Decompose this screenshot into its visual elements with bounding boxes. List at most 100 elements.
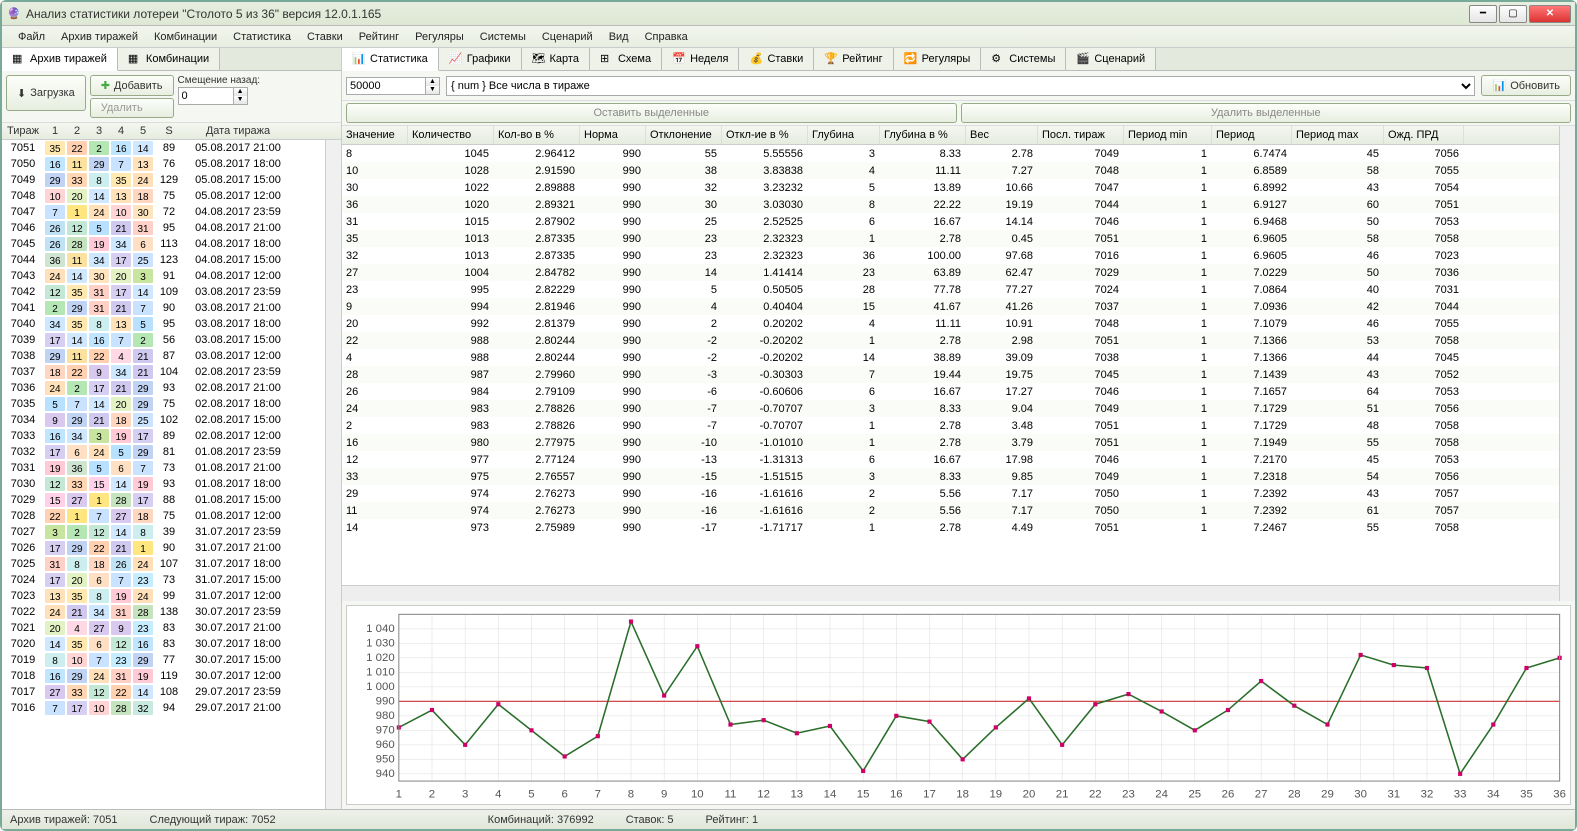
keep-selected-button[interactable]: Оставить выделенные <box>346 103 957 123</box>
metric-select[interactable]: { num } Все числа в тираже <box>446 76 1475 96</box>
menu-Файл[interactable]: Файл <box>10 28 53 46</box>
archive-row[interactable]: 7022242134312813830.07.2017 23:59 <box>2 604 325 620</box>
archive-row[interactable]: 703492921182510202.08.2017 15:00 <box>2 412 325 428</box>
right-tab-Сценарий[interactable]: 🎬Сценарий <box>1066 48 1156 70</box>
menu-Ставки[interactable]: Ставки <box>299 28 351 46</box>
left-tab-Комбинации[interactable]: ▦Комбинации <box>118 48 220 70</box>
right-tab-Карта[interactable]: 🗺Карта <box>522 48 590 70</box>
stats-row[interactable]: 3210132.87335990232.3232336100.0097.6870… <box>342 247 1559 264</box>
stats-row[interactable]: 119742.76273990-16-1.6161625.567.1770501… <box>342 502 1559 519</box>
stats-row[interactable]: 289872.79960990-3-0.30303719.4419.757045… <box>342 366 1559 383</box>
stats-row[interactable]: 49882.80244990-2-0.202021438.8939.097038… <box>342 349 1559 366</box>
stats-row[interactable]: 3010222.89888990323.23232513.8910.667047… <box>342 179 1559 196</box>
archive-row[interactable]: 7035571420297502.08.2017 18:00 <box>2 396 325 412</box>
close-button[interactable]: ✕ <box>1529 5 1571 23</box>
menu-Сценарий[interactable]: Сценарий <box>534 28 601 46</box>
archive-row[interactable]: 704526281934611304.08.2017 18:00 <box>2 236 325 252</box>
stats-col-12[interactable]: Период max <box>1292 126 1384 144</box>
archive-row[interactable]: 704810201413187505.08.2017 12:00 <box>2 188 325 204</box>
menu-Комбинации[interactable]: Комбинации <box>146 28 225 46</box>
stats-row[interactable]: 239952.8222999050.505052877.7877.2770241… <box>342 281 1559 298</box>
stats-vscrollbar[interactable] <box>1559 126 1575 601</box>
archive-row[interactable]: 7047712410307204.08.2017 23:59 <box>2 204 325 220</box>
archive-body[interactable]: 70513522216148905.08.2017 21:00705016112… <box>2 140 325 809</box>
archive-row[interactable]: 7042123531171410903.08.2017 23:59 <box>2 284 325 300</box>
maximize-button[interactable]: ▢ <box>1499 5 1527 23</box>
archive-row[interactable]: 70432414302039104.08.2017 12:00 <box>2 268 325 284</box>
stats-col-11[interactable]: Период <box>1212 126 1292 144</box>
archive-row[interactable]: 7044361134172512304.08.2017 15:00 <box>2 252 325 268</box>
stats-row[interactable]: 3610202.89321990303.03030822.2219.197044… <box>342 196 1559 213</box>
stats-row[interactable]: 99942.8194699040.404041541.6741.26703717… <box>342 298 1559 315</box>
stats-row[interactable]: 299742.76273990-16-1.6161625.567.1770501… <box>342 485 1559 502</box>
stats-row[interactable]: 169802.77975990-10-1.0101012.783.7970511… <box>342 434 1559 451</box>
menu-Регуляры[interactable]: Регуляры <box>407 28 472 46</box>
menu-Архив тиражей[interactable]: Архив тиражей <box>53 28 146 46</box>
right-tab-Системы[interactable]: ⚙Системы <box>981 48 1066 70</box>
archive-row[interactable]: 703012331514199301.08.2017 18:00 <box>2 476 325 492</box>
refresh-button[interactable]: 📊 Обновить <box>1481 75 1571 96</box>
archive-row[interactable]: 70231335819249931.07.2017 12:00 <box>2 588 325 604</box>
stats-col-5[interactable]: Откл-ие в % <box>722 126 808 144</box>
stats-col-2[interactable]: Кол-во в % <box>494 126 580 144</box>
archive-col-S[interactable]: S <box>154 123 184 139</box>
stats-row[interactable]: 1010282.91590990383.83838411.117.2770481… <box>342 162 1559 179</box>
stats-row[interactable]: 209922.8137999020.20202411.1110.91704817… <box>342 315 1559 332</box>
stats-row[interactable]: 339752.76557990-15-1.5151538.339.8570491… <box>342 468 1559 485</box>
archive-row[interactable]: 70201435612168330.07.2017 18:00 <box>2 636 325 652</box>
archive-row[interactable]: 702732121483931.07.2017 23:59 <box>2 524 325 540</box>
stats-row[interactable]: 2710042.84782990141.414142363.8962.47702… <box>342 264 1559 281</box>
archive-row[interactable]: 703718229342110402.08.2017 23:59 <box>2 364 325 380</box>
stats-col-1[interactable]: Количество <box>408 126 494 144</box>
archive-col-5[interactable]: 5 <box>132 123 154 139</box>
stats-col-3[interactable]: Норма <box>580 126 646 144</box>
stats-col-8[interactable]: Вес <box>966 126 1038 144</box>
right-tab-Неделя[interactable]: 📅Неделя <box>662 48 739 70</box>
menu-Справка[interactable]: Справка <box>637 28 696 46</box>
stats-hscrollbar[interactable] <box>342 585 1559 601</box>
load-button[interactable]: ⬇ Загрузка <box>6 75 86 111</box>
stats-col-0[interactable]: Значение <box>342 126 408 144</box>
limit-input[interactable] <box>346 77 426 95</box>
stats-col-9[interactable]: Посл. тираж <box>1038 126 1124 144</box>
archive-col-Тираж[interactable]: Тираж <box>2 123 44 139</box>
left-tab-Архив тиражей[interactable]: ▦Архив тиражей <box>2 48 118 71</box>
right-tab-Регуляры[interactable]: 🔁Регуляры <box>894 48 982 70</box>
archive-row[interactable]: 7017273312221410829.07.2017 23:59 <box>2 684 325 700</box>
archive-row[interactable]: 703119365677301.08.2017 21:00 <box>2 460 325 476</box>
right-tab-Статистика[interactable]: 📊Статистика <box>342 48 439 71</box>
right-tab-Графики[interactable]: 📈Графики <box>439 48 522 70</box>
stats-row[interactable]: 29832.78826990-7-0.7070712.783.48705117.… <box>342 417 1559 434</box>
stats-col-7[interactable]: Глубина в % <box>880 126 966 144</box>
archive-row[interactable]: 70261729222119031.07.2017 21:00 <box>2 540 325 556</box>
archive-row[interactable]: 70291527128178801.08.2017 15:00 <box>2 492 325 508</box>
menu-Системы[interactable]: Системы <box>472 28 534 46</box>
right-tab-Рейтинг[interactable]: 🏆Рейтинг <box>814 48 893 70</box>
archive-row[interactable]: 70331634319178902.08.2017 12:00 <box>2 428 325 444</box>
stats-row[interactable]: 810452.96412990555.5555638.332.78704916.… <box>342 145 1559 162</box>
delete-selected-button[interactable]: Удалить выделенные <box>961 103 1572 123</box>
menu-Статистика[interactable]: Статистика <box>225 28 299 46</box>
archive-row[interactable]: 70513522216148905.08.2017 21:00 <box>2 140 325 156</box>
archive-col-3[interactable]: 3 <box>88 123 110 139</box>
archive-row[interactable]: 7040343581359503.08.2017 18:00 <box>2 316 325 332</box>
stats-col-4[interactable]: Отклонение <box>646 126 722 144</box>
stats-body[interactable]: 810452.96412990555.5555638.332.78704916.… <box>342 145 1559 585</box>
stats-col-10[interactable]: Период min <box>1124 126 1212 144</box>
archive-col-Дата тиража[interactable]: Дата тиража <box>184 123 292 139</box>
archive-row[interactable]: 702531818262410731.07.2017 18:00 <box>2 556 325 572</box>
archive-row[interactable]: 70362421721299302.08.2017 21:00 <box>2 380 325 396</box>
stats-col-6[interactable]: Глубина <box>808 126 880 144</box>
limit-spinner[interactable]: ▲▼ <box>426 77 440 95</box>
archive-row[interactable]: 7024172067237331.07.2017 15:00 <box>2 572 325 588</box>
archive-row[interactable]: 70167171028329429.07.2017 21:00 <box>2 700 325 716</box>
archive-row[interactable]: 7021204279238330.07.2017 21:00 <box>2 620 325 636</box>
archive-row[interactable]: 704929338352412905.08.2017 15:00 <box>2 172 325 188</box>
stats-row[interactable]: 3110152.87902990252.52525616.6714.147046… <box>342 213 1559 230</box>
stats-row[interactable]: 229882.80244990-2-0.2020212.782.98705117… <box>342 332 1559 349</box>
archive-row[interactable]: 7032176245298101.08.2017 23:59 <box>2 444 325 460</box>
archive-row[interactable]: 70382911224218703.08.2017 12:00 <box>2 348 325 364</box>
minimize-button[interactable]: ━ <box>1469 5 1497 23</box>
archive-col-4[interactable]: 4 <box>110 123 132 139</box>
archive-row[interactable]: 7018162924311911930.07.2017 12:00 <box>2 668 325 684</box>
